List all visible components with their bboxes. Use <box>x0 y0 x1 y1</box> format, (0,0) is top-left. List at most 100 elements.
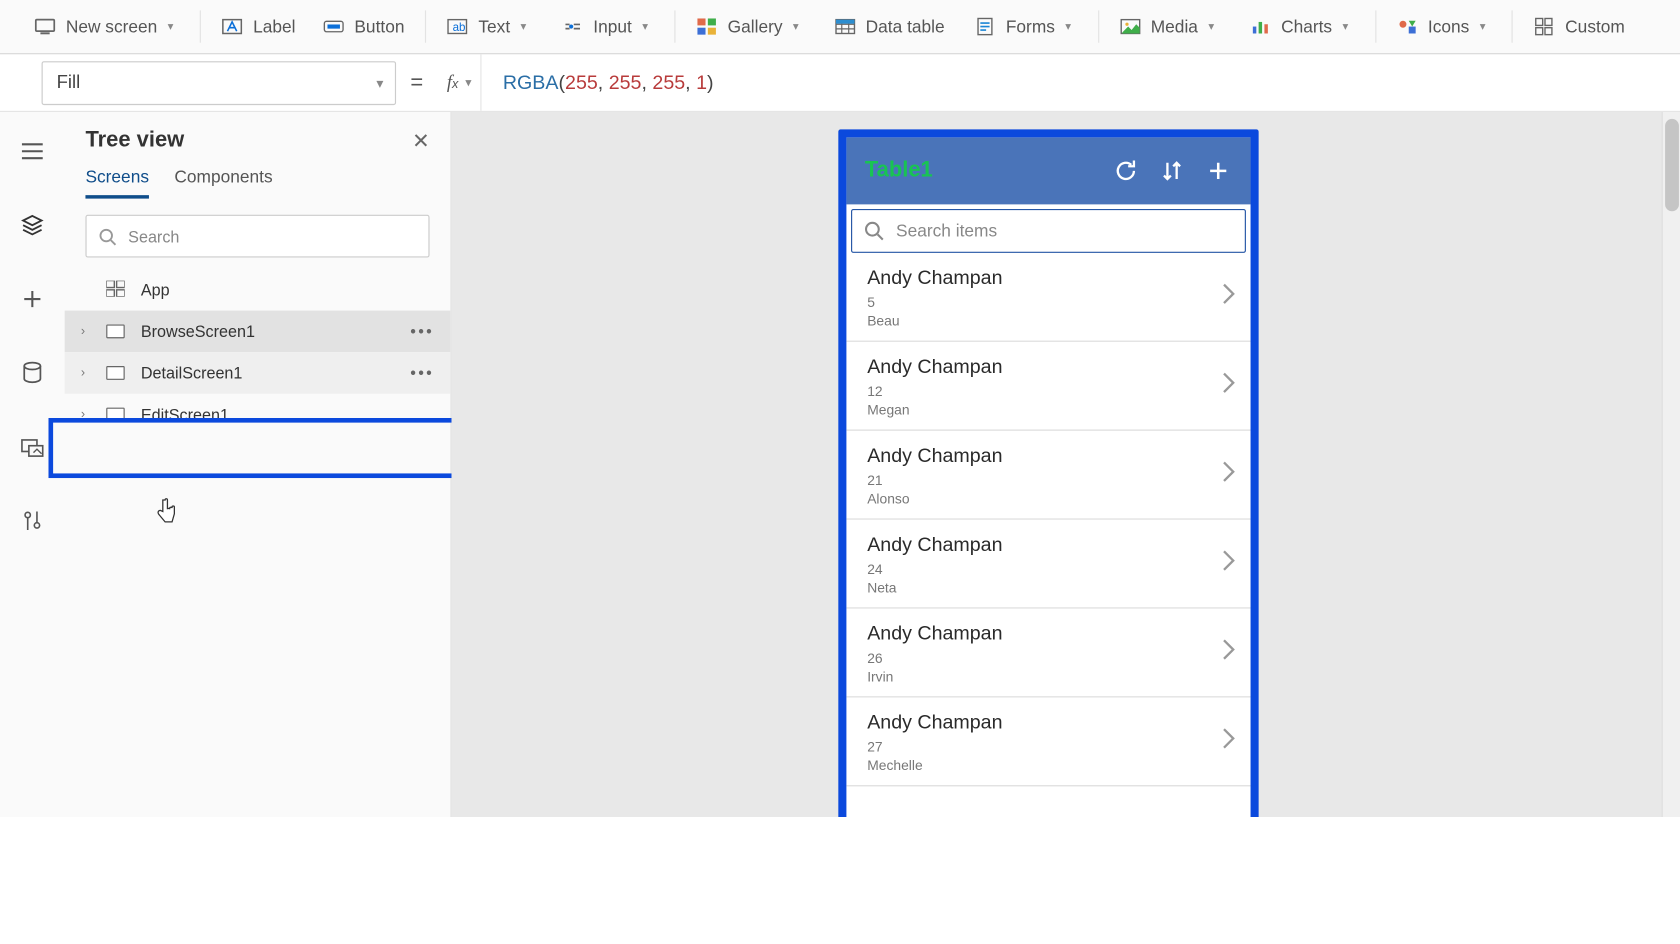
rail-insert-button[interactable] <box>9 276 55 322</box>
list-item-title: Andy Champan <box>867 622 1234 645</box>
chevron-right-icon <box>1221 370 1237 401</box>
canvas-area[interactable]: Table1 Search items Andy Cha <box>451 112 1680 904</box>
rail-advanced-button[interactable] <box>9 498 55 544</box>
more-icon[interactable]: ••• <box>410 322 434 340</box>
tree-search-input[interactable]: Search <box>85 215 429 258</box>
forms-label: Forms <box>1006 17 1055 37</box>
app-icon <box>106 280 124 300</box>
new-screen-button[interactable]: New screen ▾ <box>25 7 188 46</box>
chevron-right-icon: › <box>81 366 97 380</box>
formula-arg-1: 255 <box>609 71 642 94</box>
charts-icon <box>1250 16 1271 37</box>
list-item[interactable]: Andy Champan27Mechelle <box>846 697 1250 786</box>
icons-button[interactable]: Icons ▾ <box>1388 7 1501 46</box>
charts-button[interactable]: Charts ▾ <box>1241 7 1364 46</box>
label-button[interactable]: Label <box>213 7 305 46</box>
more-icon[interactable]: ••• <box>410 364 434 382</box>
tree-item-browsescreen1[interactable]: › BrowseScreen1 ••• <box>65 311 451 353</box>
formula-arg-2: 255 <box>652 71 685 94</box>
rail-treeview-button[interactable] <box>9 202 55 248</box>
ribbon-separator <box>1375 10 1376 42</box>
chevron-down-icon: ▾ <box>465 75 471 90</box>
list-item-title: Andy Champan <box>867 267 1234 290</box>
list-item[interactable]: Andy Champan26Irvin <box>846 609 1250 698</box>
list-item-subtitle1: 12 <box>867 383 1234 399</box>
label-label: Label <box>253 17 295 37</box>
canvas-scrollbar[interactable] <box>1662 112 1680 904</box>
screen-icon <box>106 408 124 422</box>
gallery-label: Gallery <box>728 17 783 37</box>
gallery-button[interactable]: Gallery ▾ <box>687 7 813 46</box>
tree-item-label: App <box>141 281 170 299</box>
button-icon <box>323 16 344 37</box>
tree-item-detailscreen1[interactable]: › DetailScreen1 ••• <box>65 352 451 394</box>
custom-button[interactable]: Custom <box>1525 7 1634 46</box>
bottom-whitespace <box>0 817 1680 944</box>
media-label: Media <box>1151 17 1198 37</box>
close-icon[interactable]: ✕ <box>412 129 429 153</box>
data-table-button[interactable]: Data table <box>825 7 954 46</box>
preview-search-input[interactable]: Search items <box>851 209 1246 253</box>
data-table-label: Data table <box>866 17 945 37</box>
forms-button[interactable]: Forms ▾ <box>965 7 1086 46</box>
insert-ribbon: New screen ▾ Label Button ab Text ▾ <box>0 0 1680 54</box>
add-icon[interactable] <box>1195 148 1241 194</box>
list-item[interactable]: Andy Champan21Alonso <box>846 431 1250 520</box>
tree-list: › App › BrowseScreen1 ••• › DetailScreen… <box>65 269 451 435</box>
list-item-title: Andy Champan <box>867 711 1234 734</box>
preview-search-placeholder: Search items <box>896 221 997 241</box>
chevron-down-icon: ▾ <box>1208 20 1220 33</box>
list-item-subtitle1: 5 <box>867 294 1234 310</box>
tree-view-panel: Tree view ✕ Screens Components Search › … <box>65 112 452 904</box>
sort-icon[interactable] <box>1149 148 1195 194</box>
tree-item-app[interactable]: › App <box>65 269 451 311</box>
formula-fn: RGBA <box>503 71 559 94</box>
tree-item-label: EditScreen1 <box>141 405 229 423</box>
chevron-right-icon <box>1221 281 1237 312</box>
label-icon <box>222 16 243 37</box>
rail-hamburger-button[interactable] <box>9 128 55 174</box>
media-button[interactable]: Media ▾ <box>1110 7 1229 46</box>
fx-button[interactable]: fx ▾ <box>438 72 481 93</box>
text-button[interactable]: ab Text ▾ <box>438 7 541 46</box>
property-selector[interactable]: Fill ▾ <box>42 61 396 105</box>
equals-sign: = <box>396 70 438 95</box>
input-label: Input <box>593 17 632 37</box>
rail-data-button[interactable] <box>9 350 55 396</box>
preview-header: Table1 <box>846 137 1250 204</box>
search-icon <box>98 227 116 245</box>
chevron-down-icon: ▾ <box>642 20 654 33</box>
charts-label: Charts <box>1281 17 1332 37</box>
tree-search-placeholder: Search <box>128 227 179 245</box>
chevron-right-icon: › <box>81 324 97 338</box>
table-icon <box>834 16 855 37</box>
rail-media-button[interactable] <box>9 424 55 470</box>
screen-icon <box>106 324 124 338</box>
chevron-right-icon <box>1221 726 1237 757</box>
list-item[interactable]: Andy Champan5Beau <box>846 253 1250 342</box>
gallery-icon <box>696 16 717 37</box>
chevron-right-icon <box>1221 548 1237 579</box>
text-icon: ab <box>447 16 468 37</box>
ribbon-separator <box>675 10 676 42</box>
list-item-subtitle2: Alonso <box>867 491 1234 507</box>
refresh-icon[interactable] <box>1103 148 1149 194</box>
list-item[interactable]: Andy Champan12Megan <box>846 342 1250 431</box>
tab-screens[interactable]: Screens <box>85 167 149 198</box>
app-preview[interactable]: Table1 Search items Andy Cha <box>838 129 1258 850</box>
chevron-down-icon: ▾ <box>168 20 180 33</box>
list-item[interactable]: Andy Champan24Neta <box>846 520 1250 609</box>
button-button[interactable]: Button <box>314 7 414 46</box>
formula-input[interactable]: RGBA(255, 255, 255, 1) <box>481 54 1680 111</box>
new-screen-label: New screen <box>66 17 157 37</box>
preview-title: Table1 <box>865 158 933 183</box>
list-item-subtitle1: 26 <box>867 650 1234 666</box>
list-item-subtitle2: Neta <box>867 580 1234 596</box>
tree-tabs: Screens Components <box>65 167 451 198</box>
ribbon-separator <box>1098 10 1099 42</box>
tab-components[interactable]: Components <box>174 167 272 198</box>
list-item-title: Andy Champan <box>867 356 1234 379</box>
input-button[interactable]: Input ▾ <box>553 7 663 46</box>
ribbon-separator <box>200 10 201 42</box>
tree-item-editscreen1[interactable]: › EditScreen1 <box>65 394 451 436</box>
